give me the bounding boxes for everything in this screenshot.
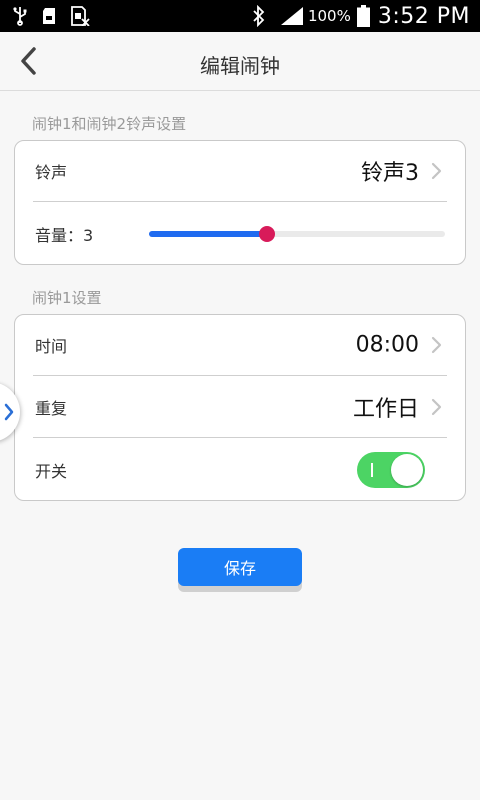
time-row[interactable]: 时间 08:00 — [33, 315, 447, 376]
volume-slider[interactable] — [149, 224, 445, 244]
status-time: 3:52 PM — [377, 3, 470, 29]
ringtone-row[interactable]: 铃声 铃声3 — [33, 141, 447, 202]
time-value: 08:00 — [355, 332, 419, 358]
chevron-right-icon — [4, 403, 14, 421]
repeat-row[interactable]: 重复 工作日 — [33, 377, 447, 438]
volume-slider-fill — [149, 230, 268, 237]
switch-label: 开关 — [35, 461, 68, 481]
status-bar: 100% 3:52 PM — [0, 0, 480, 32]
status-bar-left — [12, 5, 90, 27]
chevron-right-icon — [431, 398, 442, 416]
chevron-right-icon — [431, 162, 442, 180]
alarm1-card: 时间 08:00 重复 工作日 开关 — [14, 314, 466, 501]
bluetooth-icon — [252, 5, 266, 27]
signal-icon — [280, 6, 304, 26]
page-title: 编辑闹钟 — [200, 54, 280, 78]
switch-row: 开关 — [33, 439, 447, 500]
alarm-switch-toggle[interactable] — [357, 451, 425, 488]
save-button[interactable]: 保存 — [178, 548, 302, 586]
alarm1-section-label: 闹钟1设置 — [32, 289, 102, 307]
toggle-on-mark — [371, 462, 373, 477]
time-label: 时间 — [35, 337, 68, 356]
repeat-value: 工作日 — [352, 397, 419, 422]
no-sim-icon — [70, 6, 90, 26]
battery-percent: 100% — [307, 7, 351, 25]
ringtone-label: 铃声 — [35, 163, 68, 182]
ringtone-section-label: 闹钟1和闹钟2铃声设置 — [32, 115, 187, 133]
volume-label: 音量：3 — [35, 225, 94, 245]
chevron-right-icon — [431, 336, 442, 354]
ringtone-card: 铃声 铃声3 音量：3 — [14, 140, 466, 265]
battery-icon — [356, 5, 370, 27]
usb-icon — [12, 6, 28, 26]
save-button-wrap: 保存 — [178, 548, 302, 592]
toggle-knob — [391, 453, 423, 486]
app-header: 编辑闹钟 — [0, 32, 480, 91]
status-bar-right: 100% 3:52 PM — [252, 0, 470, 32]
volume-row: 音量：3 — [33, 203, 447, 264]
ringtone-value: 铃声3 — [361, 161, 419, 186]
sd-card-icon — [42, 7, 56, 25]
volume-slider-thumb[interactable] — [259, 225, 276, 242]
repeat-label: 重复 — [35, 399, 68, 418]
